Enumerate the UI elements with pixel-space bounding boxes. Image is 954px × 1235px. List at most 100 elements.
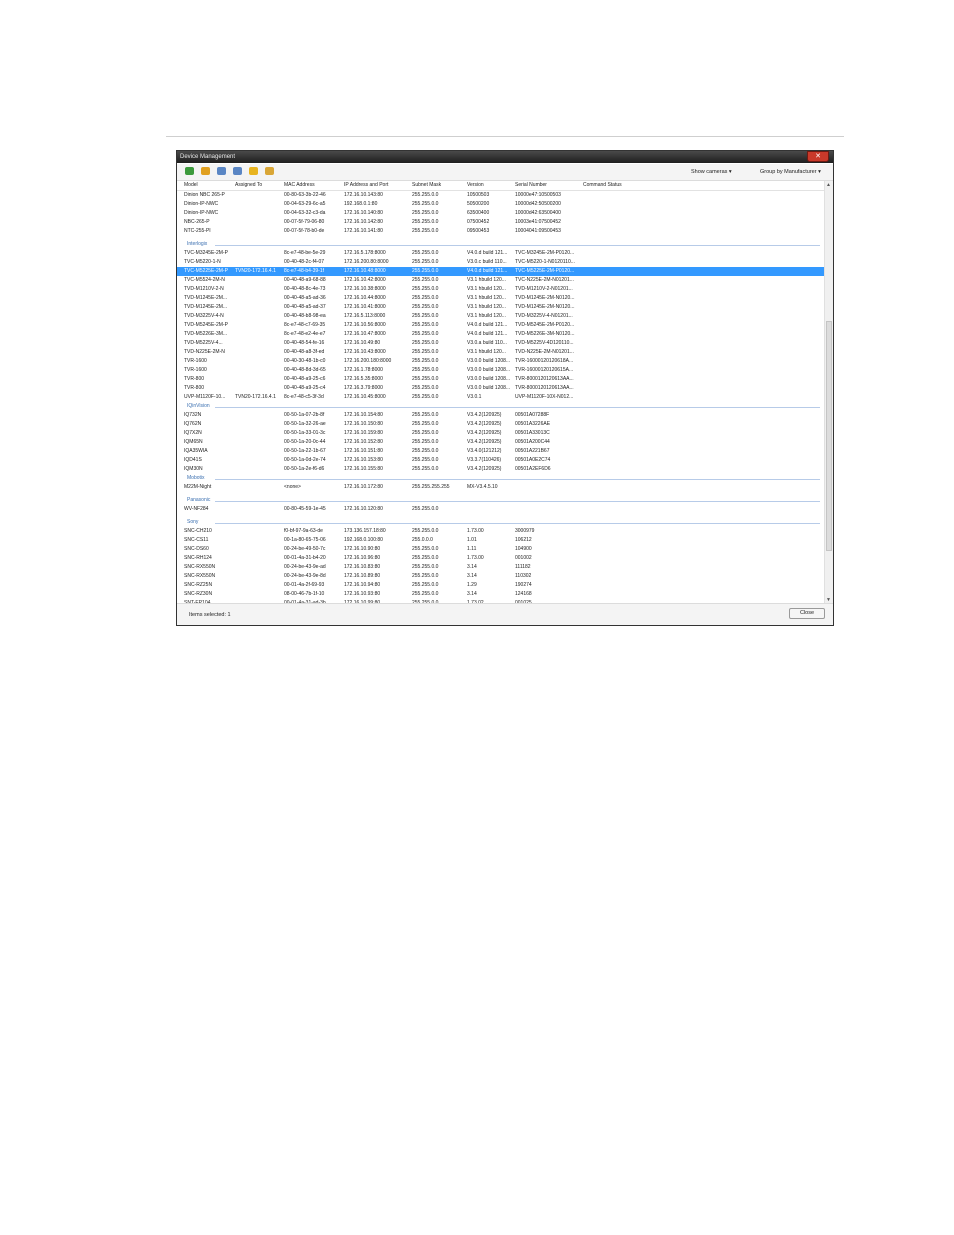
table-cell: 255.255.0.0 xyxy=(412,250,439,256)
table-row[interactable]: M22M-Night <none> 172.16.10.172:80 255.255.… xyxy=(177,483,824,492)
table-cell: WV-NF284 xyxy=(184,506,209,512)
group-by-dropdown[interactable]: Group by Manufacturer ▾ xyxy=(760,168,821,176)
table-row[interactable]: Dinion NBC 265-P 00-80-63-3b-22-46 172.16.… xyxy=(177,191,824,200)
table-cell: 00-01-4a-31-b4-20 xyxy=(284,555,326,561)
group-header[interactable]: Interlogix xyxy=(177,240,824,249)
table-cell: 00501A3226AE xyxy=(515,421,551,427)
col-mac-address[interactable]: MAC Address xyxy=(284,182,315,189)
table-row[interactable]: IQD41S 00-50-1a-0d-2e-74 172.16.10.153:80 2… xyxy=(177,456,824,465)
table-cell: 255.255.0.0 xyxy=(412,385,439,391)
table-row[interactable]: IQM65N 00-50-1a-20-0c-44 172.16.10.152:80 2… xyxy=(177,438,824,447)
table-cell: 255.255.0.0 xyxy=(412,564,439,570)
properties-icon[interactable] xyxy=(233,167,242,175)
scroll-thumb[interactable] xyxy=(826,321,832,551)
table-row[interactable]: TVR-1600 00-40-30-48-1b-c0 172.16.200.180:… xyxy=(177,357,824,366)
device-list[interactable]: Dinion NBC 265-P 00-80-63-3b-22-46 172.16.… xyxy=(177,191,824,604)
table-cell: 255.255.0.0 xyxy=(412,259,439,265)
table-row[interactable]: TVR-800 00-40-48-a9-25-c4 172.16.3.79:8000… xyxy=(177,384,824,393)
table-cell: 10003e41:07500452 xyxy=(515,219,561,225)
table-cell: 255.255.0.0 xyxy=(412,412,439,418)
table-row[interactable]: IQA35WIA 00-50-1a-22-1b-67 172.16.10.151:8… xyxy=(177,447,824,456)
col-model[interactable]: Model xyxy=(184,182,198,189)
col-subnet-mask[interactable]: Subnet Mask xyxy=(412,182,441,189)
window-icon[interactable] xyxy=(217,167,226,175)
window-close-button[interactable]: ✕ xyxy=(807,151,829,162)
arrow-icon[interactable] xyxy=(201,167,210,175)
table-row[interactable]: TVD-N225E-2M-N 00-40-48-a8-3f-ed 172.16.10… xyxy=(177,348,824,357)
table-cell: 255.255.0.0 xyxy=(412,582,439,588)
table-cell: 172.16.10.83:80 xyxy=(344,564,381,570)
table-cell: V3.1 hbuild 120... xyxy=(467,304,506,310)
status-bar: Items selected: 1 Close xyxy=(177,603,833,625)
table-row[interactable]: TVC-M5524-2M-N 00-40-48-a9-68-88 172.16.10… xyxy=(177,276,824,285)
table-cell: 255.255.0.0 xyxy=(412,506,439,512)
table-row[interactable]: SNC-DS60 00-24-be-49-50-7c 172.16.10.90:80… xyxy=(177,545,824,554)
table-row[interactable]: NBC-265-P 00-07-5f-79-06-80 172.16.10.142:… xyxy=(177,218,824,227)
close-button[interactable]: Close xyxy=(789,608,825,619)
table-row[interactable]: SNC-RZ25N 00-01-4a-2f-69-93 172.16.10.94:8… xyxy=(177,581,824,590)
table-row[interactable]: TVC-M3245E-2M-P 8c-e7-48-be-5e-29 172.16.5… xyxy=(177,249,824,258)
table-row[interactable]: SNC-RZ30N 08-00-46-7b-1f-10 172.16.10.93:8… xyxy=(177,590,824,599)
table-row[interactable]: SNC-CS11 00-1a-80-65-75-06 192.168.0.100:8… xyxy=(177,536,824,545)
table-row[interactable]: TVR-800 00-40-48-a9-25-c6 172.16.5.35:8000… xyxy=(177,375,824,384)
col-assigned-to[interactable]: Assigned To xyxy=(235,182,262,189)
table-cell: 172.16.10.89:80 xyxy=(344,573,381,579)
vertical-scrollbar[interactable]: ▲ ▼ xyxy=(824,181,833,604)
table-row[interactable]: Dinion-IP-NWC 00-04-63-29-6c-a5 192.168.0.… xyxy=(177,200,824,209)
lightning-icon[interactable] xyxy=(249,167,258,175)
group-header[interactable]: Sony xyxy=(177,518,824,527)
refresh-icon[interactable] xyxy=(185,167,194,175)
table-row[interactable]: SNC-RX550N 00-24-be-43-9e-8d 172.16.10.89:… xyxy=(177,572,824,581)
table-cell: Dinion-IP-NWC xyxy=(184,210,219,216)
table-cell: V3.4.2(120925) xyxy=(467,412,502,418)
key-icon[interactable] xyxy=(265,167,274,175)
table-row[interactable]: TVD-M1245E-2M... 00-40-48-a5-ad-36 172.16.… xyxy=(177,294,824,303)
table-row[interactable]: TVR-1600 00-40-48-8d-3d-65 172.16.1.78:800… xyxy=(177,366,824,375)
table-row[interactable]: TVD-M5226E-3M... 8c-e7-48-e2-4e-e7 172.16.… xyxy=(177,330,824,339)
table-cell: SNC-RX550N xyxy=(184,573,216,579)
group-header[interactable]: IQinVision xyxy=(177,402,824,411)
table-cell: 255.255.0.0 xyxy=(412,376,439,382)
table-cell: 192.168.0.100:80 xyxy=(344,537,383,543)
items-selected-label: Items selected: 1 xyxy=(189,612,231,618)
col-serial-number[interactable]: Serial Number xyxy=(515,182,547,189)
table-cell: TVC-M5524-2M-N xyxy=(184,277,225,283)
table-row[interactable]: UVP-M1120F-10... TVN20-172.16.4.1 8c-e7-48… xyxy=(177,393,824,402)
table-row[interactable]: IQ732N 00-50-1a-07-2b-8f 172.16.10.154:80 2… xyxy=(177,411,824,420)
table-cell: M22M-Night xyxy=(184,484,212,490)
table-row[interactable]: IQM30N 00-50-1a-2e-f6-d6 172.16.10.155:80 2… xyxy=(177,465,824,474)
title-bar: Device Management ✕ xyxy=(177,151,833,163)
table-row[interactable]: SNC-CH210 f0-bf-97-9a-63-de 173.136.157.18… xyxy=(177,527,824,536)
table-row[interactable]: IQ762N 00-50-1a-32-26-ae 172.16.10.150:80 2… xyxy=(177,420,824,429)
table-row[interactable]: IQ7X2N 00-50-1a-33-01-3c 172.16.10.159:80 2… xyxy=(177,429,824,438)
table-row[interactable]: TVD-M1210V-2-N 00-40-48-8c-4e-73 172.16.10… xyxy=(177,285,824,294)
table-row[interactable]: TVD-M1245E-2M... 00-40-48-a5-ad-37 172.16.… xyxy=(177,303,824,312)
col-command-status[interactable]: Command Status xyxy=(583,182,622,189)
table-cell: V4.0.d build 121... xyxy=(467,250,508,256)
group-header[interactable]: Mobotix xyxy=(177,474,824,483)
col-version[interactable]: Version xyxy=(467,182,484,189)
table-cell: 255.255.0.0 xyxy=(412,421,439,427)
table-row[interactable]: SNC-RX550N 00-24-be-43-9e-ad 172.16.10.83:… xyxy=(177,563,824,572)
group-label: Mobotix xyxy=(187,475,205,481)
table-row[interactable]: NTC-255-PI 00-07-5f-78-b0-de 172.16.10.141… xyxy=(177,227,824,236)
show-cameras-dropdown[interactable]: Show cameras ▾ xyxy=(691,168,732,176)
table-row[interactable]: TVC-M5220-1-N 00-40-48-2c-f4-07 172.16.200… xyxy=(177,258,824,267)
table-cell: TVD-M5245E-2M-P0120... xyxy=(515,322,575,328)
table-row[interactable]: SNC-RH124 00-01-4a-31-b4-20 172.16.10.96:8… xyxy=(177,554,824,563)
table-row[interactable]: TVD-M3225V-4-N 00-40-48-b8-98-ea 172.16.5.… xyxy=(177,312,824,321)
table-row[interactable]: Dinion-IP-NWC 00-04-63-32-c3-da 172.16.10.… xyxy=(177,209,824,218)
table-row[interactable]: TVC-M5225E-2M-P TVN20-172.16.4.1 8c-e7-48-… xyxy=(177,267,824,276)
table-cell: 124168 xyxy=(515,591,532,597)
table-cell: IQA35WIA xyxy=(184,448,208,454)
table-cell: IQ762N xyxy=(184,421,202,427)
table-row[interactable]: WV-NF284 00-80-45-59-1e-45 172.16.10.120:8… xyxy=(177,505,824,514)
group-header[interactable]: Panasonic xyxy=(177,496,824,505)
col-ip-address[interactable]: IP Address and Port xyxy=(344,182,388,189)
table-cell: TVR-8000120120613AA... xyxy=(515,376,574,382)
table-cell: TVR-8000120120613AA... xyxy=(515,385,574,391)
scroll-up-icon[interactable]: ▲ xyxy=(826,182,831,188)
table-row[interactable]: TVD-M5245E-2M-P 8c-e7-48-c7-69-35 172.16.1… xyxy=(177,321,824,330)
table-cell: TVD-M3225V-4-N xyxy=(184,313,224,319)
table-row[interactable]: TVD-M5225V-4... 00-40-48-54-fe-16 172.16.1… xyxy=(177,339,824,348)
